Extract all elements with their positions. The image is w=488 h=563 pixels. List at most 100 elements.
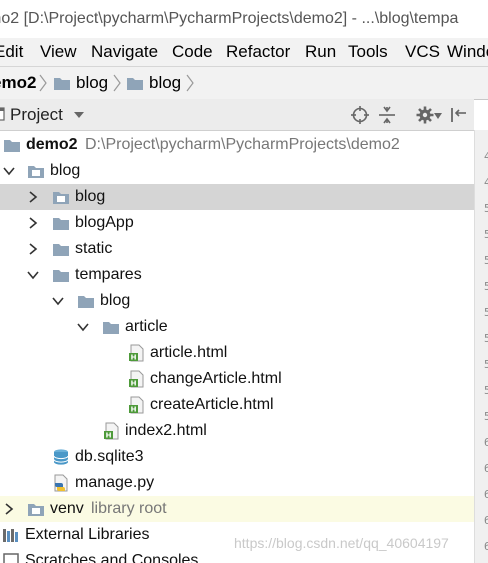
folder-icon	[28, 504, 44, 516]
database-icon	[53, 449, 69, 465]
breadcrumb-project[interactable]: emo2	[0, 67, 36, 99]
watermark: https://blog.csdn.net/qq_40604197	[234, 535, 449, 551]
tree-label: blog	[75, 188, 106, 205]
line-number: 5	[484, 306, 488, 319]
menu-vcs[interactable]: VCS	[405, 38, 440, 66]
folder-icon	[53, 192, 69, 204]
tree-label: manage.py	[75, 474, 155, 491]
menu-bar: Edit View Navigate Code Refactor Run Too…	[0, 38, 488, 66]
tree-node-index2-html[interactable]: H index2.html	[0, 418, 474, 444]
html-file-icon: H	[129, 370, 144, 388]
line-number: 5	[484, 254, 488, 267]
svg-text:H: H	[131, 354, 137, 362]
tree-label: demo2	[26, 136, 78, 153]
line-number: 5	[484, 202, 488, 215]
chevron-right-icon[interactable]	[27, 191, 39, 203]
line-number: 6	[484, 436, 488, 449]
html-file-icon: H	[129, 396, 144, 414]
folder-icon	[53, 244, 69, 256]
breadcrumb-blog[interactable]: blog	[76, 67, 108, 99]
line-number: 5	[484, 332, 488, 345]
tree-label: article	[125, 318, 168, 335]
tree-node-static[interactable]: static	[0, 236, 474, 262]
hide-panel-icon[interactable]	[449, 105, 469, 125]
project-icon	[0, 107, 5, 121]
folder-icon	[127, 78, 143, 90]
menu-edit[interactable]: Edit	[0, 38, 23, 66]
line-number: 4	[484, 176, 488, 189]
collapse-all-icon[interactable]	[377, 105, 397, 125]
tree-label: changeArticle.html	[150, 370, 282, 387]
folder-icon	[54, 78, 70, 90]
menu-window[interactable]: Window	[447, 38, 488, 66]
folder-icon	[28, 166, 44, 178]
tree-node-db-sqlite3[interactable]: db.sqlite3	[0, 444, 474, 470]
menu-refactor[interactable]: Refactor	[226, 38, 290, 66]
folder-icon	[4, 140, 20, 152]
tree-node-manage-py[interactable]: manage.py	[0, 470, 474, 496]
tree-label: static	[75, 240, 113, 257]
dropdown-arrow-icon[interactable]	[434, 112, 442, 120]
chevron-down-icon[interactable]	[3, 165, 15, 177]
tree-node-blogapp[interactable]: blogApp	[0, 210, 474, 236]
line-number: 5	[484, 280, 488, 293]
tree-node-tempares[interactable]: tempares	[0, 262, 474, 288]
tree-node-venv[interactable]: venv library root	[0, 496, 474, 522]
menu-tools[interactable]: Tools	[348, 38, 388, 66]
line-number: 5	[484, 228, 488, 241]
menu-code[interactable]: Code	[172, 38, 213, 66]
menu-view[interactable]: View	[40, 38, 77, 66]
svg-text:H: H	[131, 406, 137, 414]
tree-node-demo2[interactable]: demo2 D:\Project\pycharm\PycharmProjects…	[0, 132, 474, 158]
chevron-down-icon[interactable]	[27, 269, 39, 281]
library-root-note: library root	[91, 500, 167, 517]
menu-navigate[interactable]: Navigate	[91, 38, 158, 66]
folder-icon	[53, 270, 69, 282]
chevron-right-icon[interactable]	[3, 503, 15, 515]
tree-node-createarticle-html[interactable]: H createArticle.html	[0, 392, 474, 418]
chevron-right-icon	[113, 74, 121, 92]
tree-node-blog[interactable]: blog	[0, 158, 474, 184]
chevron-right-icon[interactable]	[27, 217, 39, 229]
line-number: 4	[484, 150, 488, 163]
folder-icon	[78, 296, 94, 308]
window-title-bar: mo2 [D:\Project\pycharm\PycharmProjects\…	[0, 0, 488, 38]
tree-label: Scratches and Consoles	[25, 552, 199, 563]
breadcrumb: emo2 blog blog	[0, 66, 488, 100]
breadcrumb-blog-inner[interactable]: blog	[149, 67, 181, 99]
folder-icon	[53, 218, 69, 230]
line-number: 6	[484, 488, 488, 501]
tree-label: tempares	[75, 266, 142, 283]
chevron-right-icon	[186, 74, 194, 92]
line-number: 6	[484, 514, 488, 527]
menu-run[interactable]: Run	[305, 38, 336, 66]
tree-label: article.html	[150, 344, 228, 361]
tree-label: blogApp	[75, 214, 134, 231]
tree-node-article-html[interactable]: H article.html	[0, 340, 474, 366]
locate-target-icon[interactable]	[350, 105, 370, 125]
libraries-icon	[3, 529, 18, 542]
editor-gutter: 4 4 5 5 5 5 5 5 5 5 5 6 6 6 6 6	[474, 130, 488, 563]
tree-label: blog	[50, 162, 81, 179]
tree-node-article[interactable]: article	[0, 314, 474, 340]
python-file-icon	[54, 474, 68, 492]
chevron-right-icon	[39, 74, 47, 92]
project-panel-title[interactable]: Project	[10, 99, 63, 130]
project-tree: demo2 D:\Project\pycharm\PycharmProjects…	[0, 131, 474, 563]
tree-node-tempares-blog[interactable]: blog	[0, 288, 474, 314]
tree-label: External Libraries	[25, 526, 150, 543]
gear-icon[interactable]	[415, 105, 435, 125]
tree-node-changearticle-html[interactable]: H changeArticle.html	[0, 366, 474, 392]
chevron-down-icon[interactable]	[77, 321, 89, 333]
project-panel-header: Project	[0, 99, 474, 131]
svg-text:H: H	[106, 432, 112, 440]
chevron-down-icon[interactable]	[52, 295, 64, 307]
tree-path: D:\Project\pycharm\PycharmProjects\demo2	[85, 136, 400, 153]
tree-label: db.sqlite3	[75, 448, 144, 465]
dropdown-arrow-icon[interactable]	[73, 109, 85, 121]
chevron-right-icon[interactable]	[27, 243, 39, 255]
tree-label: venv	[50, 500, 84, 517]
svg-text:H: H	[131, 380, 137, 388]
tree-node-blog-inner[interactable]: blog	[0, 184, 474, 210]
line-number: 6	[484, 540, 488, 553]
